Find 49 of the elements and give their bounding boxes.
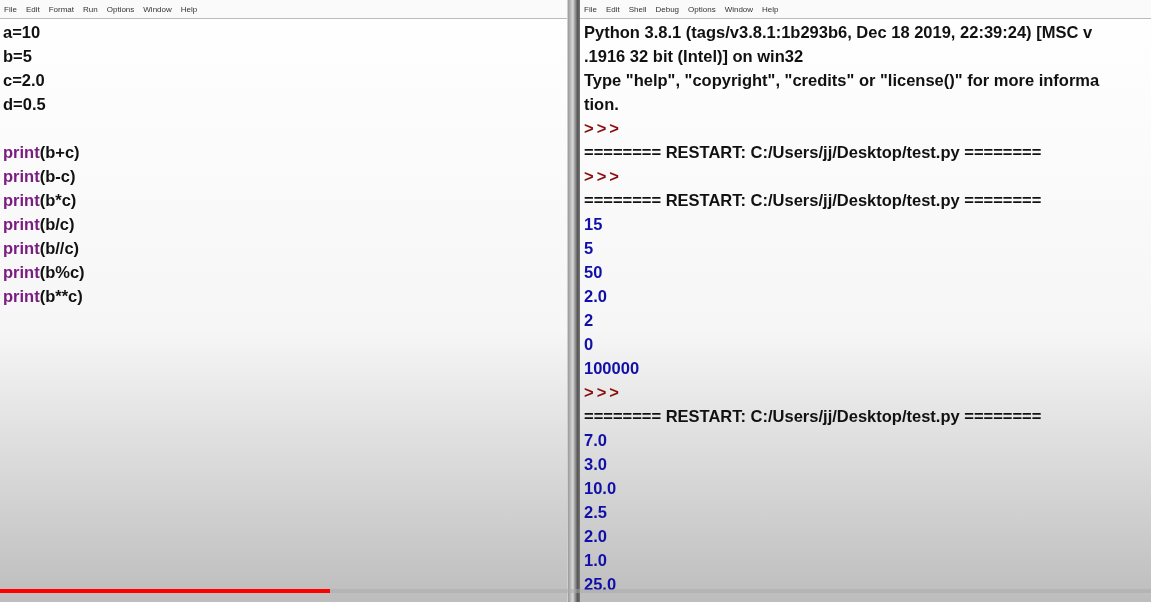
menu-item[interactable]: File bbox=[4, 4, 17, 14]
menu-item[interactable]: Shell bbox=[628, 4, 647, 14]
output-line: 2.0 bbox=[584, 286, 607, 307]
menu-item[interactable]: Options bbox=[106, 4, 135, 14]
code-line: print(b//c) bbox=[3, 238, 80, 259]
restart-line: ======== RESTART: C:/Users/jj/Desktop/test.py ======== bbox=[584, 406, 1042, 427]
code-line: print(b*c) bbox=[3, 190, 77, 211]
menu-item[interactable]: Window bbox=[724, 4, 754, 14]
menu-item[interactable]: Edit bbox=[605, 4, 620, 14]
code-line: print(b/c) bbox=[3, 214, 75, 235]
banner-text: Type "help", "copyright", "credits" or "license()" for more informa bbox=[584, 70, 1100, 91]
menu-item[interactable]: Debug bbox=[655, 4, 680, 14]
code-line: d=0.5 bbox=[3, 94, 46, 115]
output-line: 7.0 bbox=[584, 430, 607, 451]
shell-prompt: >>> bbox=[584, 382, 622, 403]
menu-item[interactable]: Format bbox=[48, 4, 75, 14]
code-line: print(b+c) bbox=[3, 142, 80, 163]
output-line: 25.0 bbox=[584, 574, 617, 595]
output-line: 1.0 bbox=[584, 550, 607, 571]
restart-line: ======== RESTART: C:/Users/jj/Desktop/test.py ======== bbox=[584, 190, 1042, 211]
menu-item[interactable]: Help bbox=[762, 4, 779, 14]
banner-text: .1916 32 bit (Intel)] on win32 bbox=[584, 46, 804, 67]
code-line: print(b**c) bbox=[3, 286, 83, 307]
output-line: 2.0 bbox=[584, 526, 607, 547]
menu-item[interactable]: Options bbox=[688, 4, 716, 14]
banner-text: Python 3.8.1 (tags/v3.8.1:1b293b6, Dec 18 2019, 22:39:24) [MSC v bbox=[584, 22, 1093, 43]
output-line: 100000 bbox=[584, 358, 640, 379]
shell-prompt: >>> bbox=[584, 118, 622, 139]
output-line: 50 bbox=[584, 262, 603, 283]
menu-item[interactable]: Window bbox=[143, 4, 172, 14]
shell-prompt: >>> bbox=[584, 166, 622, 187]
menu-item[interactable]: Run bbox=[83, 4, 98, 14]
code-line: print(b-c) bbox=[3, 166, 76, 187]
output-line: 3.0 bbox=[584, 454, 607, 475]
menu-item[interactable]: Help bbox=[180, 4, 198, 14]
code-line: print(b%c) bbox=[3, 262, 85, 283]
output-line: 5 bbox=[584, 238, 594, 259]
code-line: c=2.0 bbox=[3, 70, 45, 91]
restart-line: ======== RESTART: C:/Users/jj/Desktop/test.py ======== bbox=[584, 142, 1042, 163]
output-line: 2.5 bbox=[584, 502, 607, 523]
output-line: 0 bbox=[584, 334, 594, 355]
output-line: 2 bbox=[584, 310, 594, 331]
output-line: 15 bbox=[584, 214, 603, 235]
menu-item[interactable]: Edit bbox=[25, 4, 40, 14]
code-line: a=10 bbox=[3, 22, 41, 43]
banner-text: tion. bbox=[584, 94, 619, 115]
menu-item[interactable]: File bbox=[584, 4, 597, 14]
output-line: 10.0 bbox=[584, 478, 617, 499]
code-line: b=5 bbox=[3, 46, 32, 67]
